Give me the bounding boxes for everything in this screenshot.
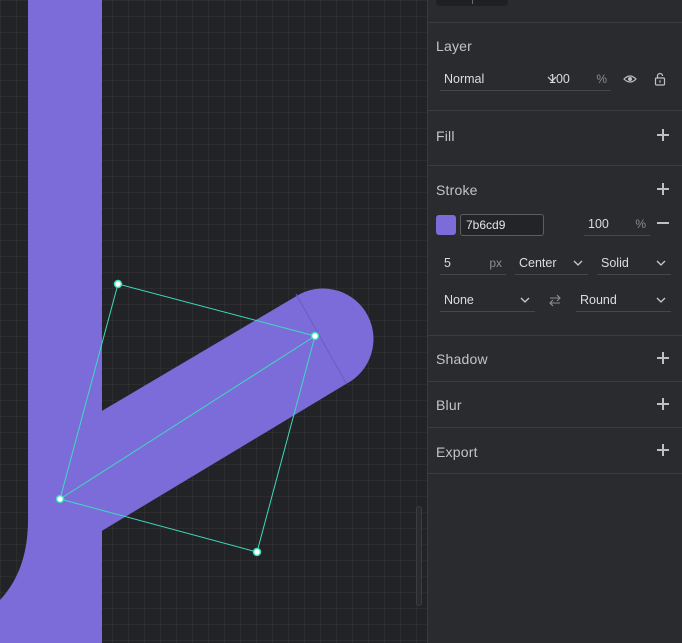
divider — [428, 427, 682, 428]
add-stroke-plus-icon[interactable] — [656, 182, 670, 196]
stroke-cap-start-select[interactable]: None — [440, 288, 535, 312]
layer-opacity-value: 100 — [549, 71, 570, 86]
chevron-down-icon — [656, 258, 666, 267]
stroke-opacity-unit: % — [635, 216, 646, 231]
chevron-down-icon — [573, 258, 583, 267]
stroke-color-swatch[interactable] — [436, 215, 456, 235]
stroke-opacity-input[interactable]: 100 % — [584, 212, 650, 236]
divider — [428, 22, 682, 23]
stroke-style-select[interactable]: Solid — [597, 251, 671, 275]
chevron-down-icon — [656, 295, 666, 304]
eye-icon[interactable] — [623, 72, 637, 86]
shadow-section-title: Shadow — [436, 351, 488, 367]
divider — [428, 473, 682, 474]
stroke-hex-input[interactable]: 7b6cd9 — [460, 214, 544, 236]
divider — [428, 335, 682, 336]
stroke-width-value: 5 — [444, 255, 451, 270]
export-section-title: Export — [436, 444, 478, 460]
diagonal-stroke-shape[interactable] — [100, 288, 374, 532]
handle-bottom-right[interactable] — [252, 547, 262, 557]
handle-top-right[interactable] — [310, 331, 320, 341]
handle-top-left[interactable] — [113, 279, 123, 289]
divider — [428, 165, 682, 166]
add-blur-plus-icon[interactable] — [656, 397, 670, 411]
design-canvas[interactable] — [0, 0, 427, 643]
layer-opacity-unit: % — [596, 71, 607, 86]
stroke-style-value: Solid — [601, 255, 629, 270]
stroke-cap-end-value: Round — [580, 292, 617, 307]
remove-stroke-minus-icon[interactable] — [656, 216, 670, 230]
blur-section-title: Blur — [436, 397, 462, 413]
unlock-icon[interactable] — [653, 72, 667, 86]
stroke-cap-end-select[interactable]: Round — [576, 288, 671, 312]
chevron-down-icon — [520, 295, 530, 304]
stroke-cap-start-value: None — [444, 292, 474, 307]
stroke-position-value: Center — [519, 255, 557, 270]
panel-top-control[interactable] — [436, 0, 508, 6]
divider — [428, 110, 682, 111]
handle-bottom-left[interactable] — [55, 494, 65, 504]
layer-opacity-input[interactable]: 100 % — [545, 67, 611, 91]
stroke-position-select[interactable]: Center — [515, 251, 588, 275]
canvas-scrollbar[interactable] — [416, 506, 422, 606]
add-shadow-plus-icon[interactable] — [656, 351, 670, 365]
stroke-opacity-value: 100 — [588, 216, 609, 231]
blend-mode-value: Normal — [444, 71, 485, 86]
divider — [428, 381, 682, 382]
add-fill-plus-icon[interactable] — [656, 128, 670, 142]
fill-section-title: Fill — [436, 128, 455, 144]
stroke-width-input[interactable]: 5 px — [440, 251, 506, 275]
blend-mode-select[interactable]: Normal — [440, 67, 562, 91]
properties-panel: Layer Normal 100 % Fill Stroke 7b6cd9 10… — [427, 0, 682, 643]
canvas-artwork[interactable] — [0, 0, 427, 643]
stroke-width-unit: px — [489, 255, 502, 270]
stroke-section-title: Stroke — [436, 182, 478, 198]
vertical-stroke-shape[interactable] — [0, 0, 102, 643]
layer-section-title: Layer — [436, 38, 473, 54]
add-export-plus-icon[interactable] — [656, 443, 670, 457]
swap-arrows-icon[interactable] — [548, 293, 562, 307]
